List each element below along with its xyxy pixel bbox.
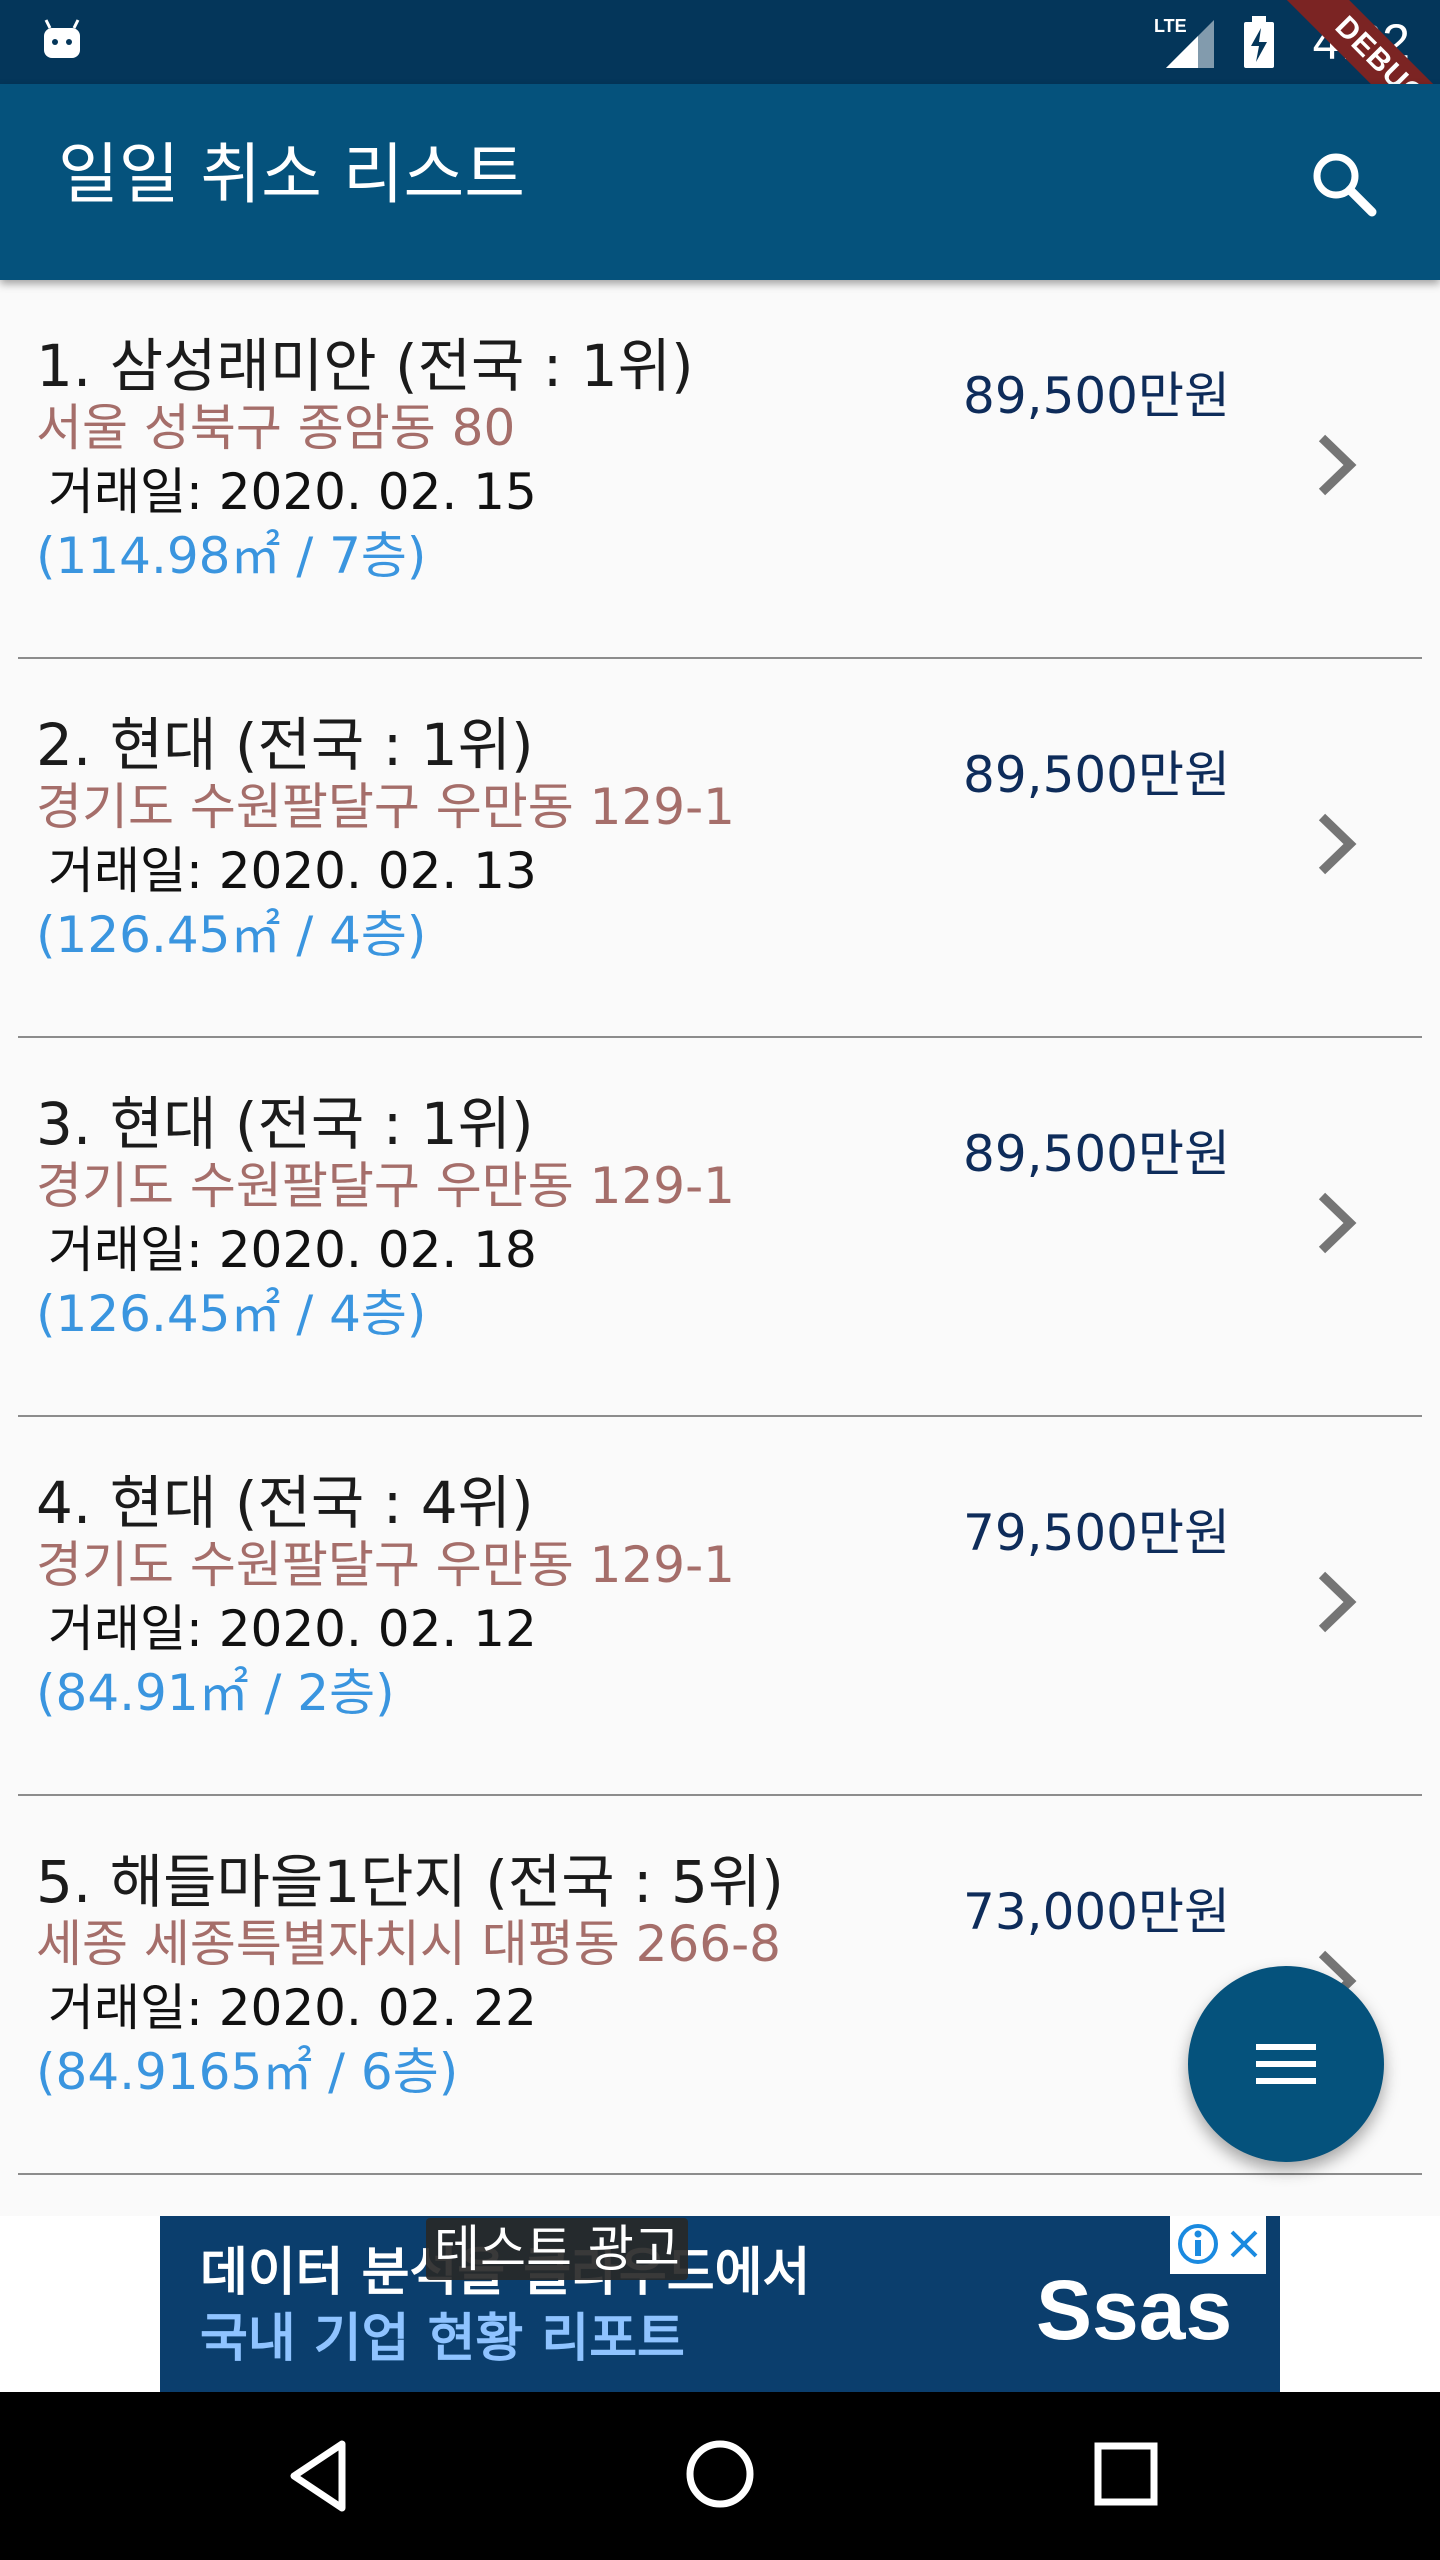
chevron-right-icon[interactable] (1306, 799, 1366, 889)
item-date: 거래일: 2020. 02. 18 (48, 1221, 537, 1279)
item-title: 2. 현대 (전국 : 1위) (36, 711, 534, 779)
list-item[interactable]: 2. 현대 (전국 : 1위) 경기도 수원팔달구 우만동 129-1 거래일:… (18, 659, 1422, 1038)
ad-logo: Ssas (1036, 2263, 1233, 2357)
chevron-right-icon[interactable] (1306, 420, 1366, 510)
search-button[interactable] (1300, 140, 1388, 228)
item-address: 경기도 수원팔달구 우만동 129-1 (36, 1536, 735, 1594)
item-date: 거래일: 2020. 02. 12 (48, 1600, 537, 1658)
page-title: 일일 취소 리스트 (58, 136, 525, 213)
item-price: 73,000만원 (963, 1883, 1230, 1941)
transaction-list: 1. 삼성래미안 (전국 : 1위) 서울 성북구 종암동 80 거래일: 20… (0, 280, 1440, 2175)
home-icon[interactable] (684, 2434, 756, 2514)
item-title: 5. 해들마을1단지 (전국 : 5위) (36, 1848, 784, 1916)
item-date: 거래일: 2020. 02. 13 (48, 842, 537, 900)
list-item[interactable]: 3. 현대 (전국 : 1위) 경기도 수원팔달구 우만동 129-1 거래일:… (18, 1038, 1422, 1417)
item-area: (84.91㎡ / 2층) (36, 1664, 395, 1722)
app-bar: 일일 취소 리스트 (0, 84, 1440, 280)
battery-charging-icon (1244, 16, 1274, 68)
item-title: 3. 현대 (전국 : 1위) (36, 1090, 534, 1158)
ad-choices[interactable] (1170, 2216, 1266, 2274)
test-ad-label: 테스트 광고 (426, 2218, 688, 2280)
item-price: 89,500만원 (963, 1125, 1230, 1183)
item-title: 1. 삼성래미안 (전국 : 1위) (36, 332, 694, 400)
ad-area: 데이터 분석을 클라우드에서 국내 기업 현황 리포트 Ssas 테스트 광고 (0, 2216, 1440, 2392)
item-address: 서울 성북구 종암동 80 (36, 399, 516, 457)
ad-subheadline: 국내 기업 현황 리포트 (200, 2309, 685, 2369)
android-notification-icon (44, 19, 80, 58)
ad-banner[interactable]: 데이터 분석을 클라우드에서 국내 기업 현황 리포트 Ssas (160, 2216, 1280, 2392)
item-area: (84.9165㎡ / 6층) (36, 2043, 459, 2101)
recent-apps-icon[interactable] (1092, 2440, 1160, 2510)
signal-icon: LTE (1148, 14, 1218, 74)
list-item[interactable]: 4. 현대 (전국 : 4위) 경기도 수원팔달구 우만동 129-1 거래일:… (18, 1417, 1422, 1796)
item-date: 거래일: 2020. 02. 22 (48, 1979, 537, 2037)
menu-icon (1256, 2044, 1316, 2084)
item-date: 거래일: 2020. 02. 15 (48, 463, 537, 521)
menu-fab-button[interactable] (1188, 1966, 1384, 2162)
item-address: 경기도 수원팔달구 우만동 129-1 (36, 778, 735, 836)
status-bar: LTE 4:32 DEBUG (0, 0, 1440, 184)
chevron-right-icon[interactable] (1306, 1178, 1366, 1268)
item-price: 89,500만원 (963, 367, 1230, 425)
search-icon (1313, 153, 1377, 217)
chevron-right-icon[interactable] (1306, 1557, 1366, 1647)
list-item[interactable]: 1. 삼성래미안 (전국 : 1위) 서울 성북구 종암동 80 거래일: 20… (18, 280, 1422, 659)
item-address: 세종 세종특별자치시 대평동 266-8 (36, 1915, 781, 1973)
system-nav-bar (0, 2392, 1440, 2560)
ad-info-icon[interactable] (1176, 2222, 1220, 2266)
item-area: (126.45㎡ / 4층) (36, 906, 427, 964)
item-title: 4. 현대 (전국 : 4위) (36, 1469, 534, 1537)
item-address: 경기도 수원팔달구 우만동 129-1 (36, 1157, 735, 1215)
network-type-label: LTE (1154, 16, 1187, 36)
item-price: 89,500만원 (963, 746, 1230, 804)
item-area: (126.45㎡ / 4층) (36, 1285, 427, 1343)
ad-close-icon[interactable] (1226, 2226, 1262, 2262)
item-price: 79,500만원 (963, 1504, 1230, 1562)
back-icon[interactable] (284, 2436, 354, 2516)
item-area: (114.98㎡ / 7층) (36, 527, 427, 585)
